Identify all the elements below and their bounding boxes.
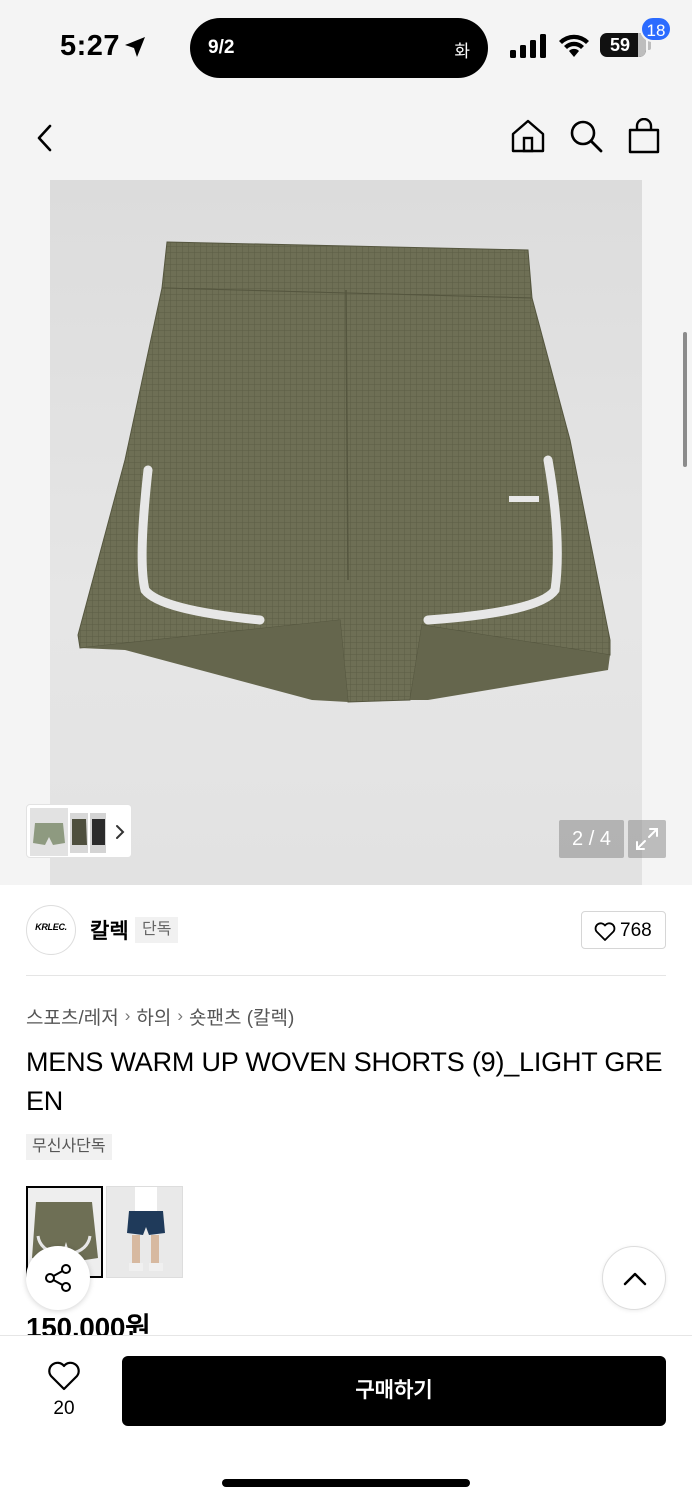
product-main-image[interactable] bbox=[50, 180, 642, 885]
brand-logo[interactable]: KRLEC. bbox=[26, 905, 76, 955]
brand-name[interactable]: 칼렉 bbox=[90, 915, 129, 945]
share-button[interactable] bbox=[26, 1246, 90, 1310]
brand-row: KRLEC. 칼렉 단독 768 bbox=[0, 885, 692, 975]
home-icon[interactable] bbox=[510, 118, 546, 154]
top-nav bbox=[0, 96, 692, 180]
heart-icon bbox=[594, 922, 616, 941]
status-time: 5:27 bbox=[60, 30, 121, 62]
back-chevron-icon[interactable] bbox=[30, 120, 62, 156]
divider bbox=[26, 975, 666, 976]
chevron-right-icon: › bbox=[124, 1006, 131, 1025]
wishlist-count: 20 bbox=[53, 1398, 75, 1419]
variant-model-image bbox=[127, 1187, 165, 1271]
battery-level: 59 bbox=[609, 35, 631, 55]
product-image-gallery[interactable] bbox=[0, 180, 692, 885]
heart-icon bbox=[48, 1361, 80, 1391]
brand-logo-text: KRLEC. bbox=[35, 922, 67, 932]
wifi-icon bbox=[559, 34, 589, 57]
scroll-indicator bbox=[683, 332, 687, 467]
shorts-illustration bbox=[77, 241, 611, 703]
wishlist-button[interactable]: 20 bbox=[36, 1358, 92, 1422]
bottom-action-bar: 20 구매하기 bbox=[0, 1335, 692, 1500]
breadcrumb-item[interactable]: 스포츠/레저 bbox=[26, 1003, 119, 1030]
thumbnail-images bbox=[30, 808, 125, 856]
breadcrumb: 스포츠/레저 › 하의 › 숏팬츠 (칼렉) bbox=[26, 1003, 294, 1029]
search-icon[interactable] bbox=[568, 118, 604, 154]
chevron-right-icon: › bbox=[177, 1006, 183, 1025]
buy-button[interactable]: 구매하기 bbox=[122, 1356, 666, 1426]
battery-icon: 59 bbox=[600, 33, 646, 57]
cellular-signal-icon bbox=[510, 34, 546, 58]
musinsa-exclusive-tag: 무신사단독 bbox=[26, 1134, 112, 1160]
home-indicator bbox=[222, 1479, 470, 1487]
chevron-up-icon bbox=[623, 1272, 647, 1286]
shopping-bag-icon[interactable] bbox=[626, 118, 662, 154]
variant-thumbnail-model[interactable] bbox=[106, 1186, 183, 1278]
island-day: 화 bbox=[454, 42, 470, 61]
brand-exclusive-tag: 단독 bbox=[135, 917, 179, 943]
product-title: MENS WARM UP WOVEN SHORTS (9)_LIGHT GREE… bbox=[26, 1047, 663, 1116]
status-bar: 5:27 9/2 화 59 bbox=[0, 0, 692, 96]
breadcrumb-item[interactable]: 하의 bbox=[136, 1003, 171, 1030]
color-thumbnail-strip[interactable] bbox=[26, 804, 132, 858]
location-arrow-icon bbox=[125, 37, 145, 57]
image-counter: 2 / 4 bbox=[559, 820, 624, 858]
brand-like-button[interactable]: 768 bbox=[581, 911, 666, 949]
breadcrumb-item[interactable]: 숏팬츠 (칼렉) bbox=[189, 1003, 294, 1030]
expand-icon bbox=[636, 828, 658, 850]
dynamic-island: 9/2 화 bbox=[190, 18, 488, 78]
cart-count-badge: 18 bbox=[640, 16, 672, 42]
brand-like-count: 768 bbox=[620, 920, 652, 941]
product-price: 150,000원 bbox=[26, 1312, 151, 1336]
island-date: 9/2 bbox=[208, 37, 235, 58]
expand-image-button[interactable] bbox=[628, 820, 666, 858]
share-icon bbox=[45, 1264, 71, 1292]
scroll-to-top-button[interactable] bbox=[602, 1246, 666, 1310]
